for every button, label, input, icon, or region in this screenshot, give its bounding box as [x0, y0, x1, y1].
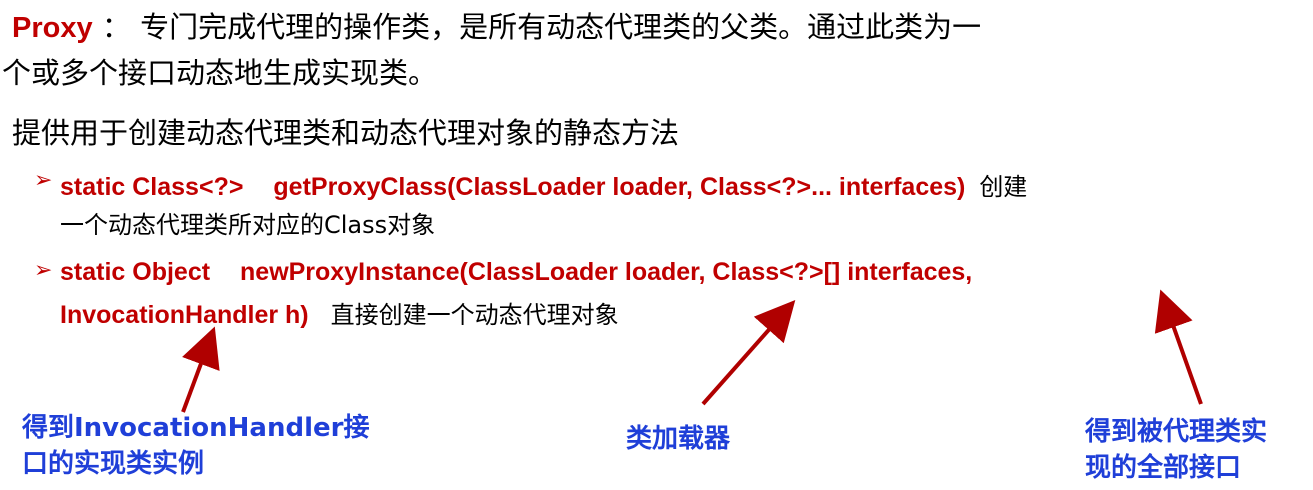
- annotation-class-loader: 类加载器: [626, 424, 731, 454]
- annotation-interfaces: 得到被代理类实 现的全部接口: [1085, 414, 1267, 486]
- arrow-invocation-handler: [181, 326, 220, 413]
- annotation-invocation-handler: 得到InvocationHandler接 口的实现类实例: [22, 410, 369, 482]
- annotation-1-line-1: 得到InvocationHandler接: [22, 413, 370, 443]
- annotation-3-line-2: 现的全部接口: [1085, 453, 1242, 483]
- annotation-1-line-2: 口的实现类实例: [22, 449, 205, 479]
- arrow-class-loader: [701, 300, 796, 406]
- annotation-3-line-1: 得到被代理类实: [1085, 417, 1268, 447]
- arrow-interfaces: [1154, 289, 1203, 405]
